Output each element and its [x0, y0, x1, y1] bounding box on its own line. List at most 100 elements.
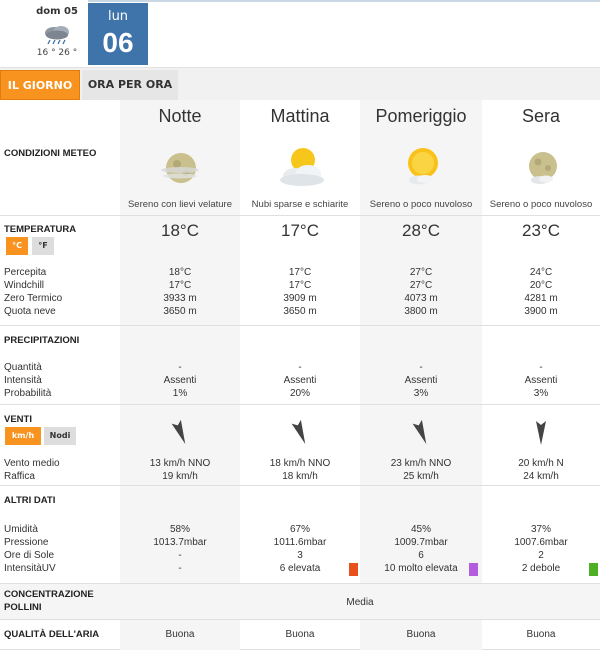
celsius-button[interactable]: °C — [6, 237, 28, 255]
label-wind-avg: Vento medio — [4, 458, 60, 469]
intensity-value: Assenti — [404, 375, 438, 386]
fahrenheit-button[interactable]: °F — [32, 237, 54, 255]
uv-value: 6 elevata — [279, 563, 321, 574]
gust-value: 18 km/h — [282, 471, 318, 482]
section-air: QUALITÀ DELL'ARIA Buona Buona Buona Buon… — [0, 620, 600, 650]
uv-value: - — [178, 563, 182, 574]
sun-hours-value: - — [178, 550, 182, 561]
rain-cloud-icon — [45, 26, 69, 45]
section-title-air: QUALITÀ DELL'ARIA — [4, 629, 100, 640]
freezing-value: 4073 m — [404, 293, 438, 304]
day-prev-temps: 16 ° 26 ° — [36, 48, 78, 58]
freezing-value: 3909 m — [283, 293, 317, 304]
moon-small-cloud-icon — [529, 152, 557, 184]
air-quality-value: Buona — [285, 629, 315, 640]
pollen-value: Media — [346, 597, 374, 608]
intensity-value: Assenti — [163, 375, 197, 386]
label-gust: Raffica — [4, 471, 35, 482]
wind-avg-value: 23 km/h NNO — [390, 458, 452, 469]
label-windchill: Windchill — [4, 280, 45, 291]
snow-value: 3650 m — [283, 306, 317, 317]
probability-value: 1% — [172, 388, 188, 399]
condition-desc: Sereno o poco nuvoloso — [369, 199, 473, 210]
air-quality-value: Buona — [120, 620, 240, 650]
label-freezing: Zero Termico — [4, 293, 63, 304]
windchill-value: 17°C — [288, 280, 312, 291]
feels-value: 24°C — [529, 267, 553, 278]
temperature-value: 28°C — [402, 221, 440, 240]
day-prev-label: dom 05 — [36, 6, 78, 17]
wind-avg-value: 18 km/h NNO — [269, 458, 331, 469]
sun-small-cloud-icon — [408, 148, 438, 185]
humidity-value: 37% — [530, 524, 551, 535]
section-title-temperature: TEMPERATURA — [4, 224, 77, 235]
freezing-value: 4281 m — [524, 293, 558, 304]
label-pressure: Pressione — [4, 537, 49, 548]
temperature-value: 17°C — [281, 221, 319, 240]
day-strip-border — [88, 0, 600, 2]
gust-value: 25 km/h — [403, 471, 439, 482]
freezing-value: 3933 m — [163, 293, 197, 304]
section-title-wind: VENTI — [4, 414, 32, 425]
intensity-value: Assenti — [524, 375, 558, 386]
wind-arrow-icon — [291, 419, 306, 444]
uv-level-swatch — [349, 563, 358, 576]
quantity-value: - — [298, 362, 302, 373]
forecast-table: CONDIZIONI METEO Notte Mattina Pomeriggi… — [0, 100, 600, 652]
kmh-button[interactable]: km/h — [5, 427, 41, 445]
wind-arrow-icon — [536, 421, 546, 445]
feels-value: 17°C — [288, 267, 312, 278]
sun-hours-value: 6 — [418, 550, 424, 561]
humidity-value: 58% — [169, 524, 190, 535]
knots-button[interactable]: Nodi — [44, 427, 76, 445]
quantity-value: - — [419, 362, 423, 373]
wind-avg-value: 20 km/h N — [518, 458, 564, 469]
feels-value: 27°C — [409, 267, 433, 278]
section-title-pollen: CONCENTRAZIONE POLLINI — [4, 588, 94, 614]
label-humidity: Umidità — [4, 524, 38, 535]
label-uv: IntensitàUV — [4, 563, 56, 574]
tab-day[interactable]: IL GIORNO — [0, 70, 80, 100]
pressure-value: 1011.6mbar — [273, 537, 327, 548]
period-name: Mattina — [270, 106, 330, 126]
snow-value: 3900 m — [524, 306, 558, 317]
day-prev[interactable]: dom 05 16 ° 26 ° — [28, 2, 86, 66]
gust-value: 19 km/h — [162, 471, 198, 482]
wind-avg-value: 13 km/h NNO — [149, 458, 211, 469]
section-other: ALTRI DATI Umidità Pressione Ore di Sole… — [0, 486, 600, 584]
pollen-title-line2: POLLINI — [4, 602, 42, 613]
pressure-value: 1013.7mbar — [153, 537, 207, 548]
section-title-other: ALTRI DATI — [4, 495, 56, 506]
day-current-number: 06 — [102, 27, 134, 58]
section-title-precipitation: PRECIPITAZIONI — [4, 335, 80, 346]
wind-arrow-icon — [412, 419, 427, 444]
temperature-value: 23°C — [522, 221, 560, 240]
air-quality-value: Buona — [360, 620, 482, 650]
label-feels: Percepita — [4, 267, 47, 278]
section-title-conditions: CONDIZIONI METEO — [4, 148, 97, 159]
label-intensity: Intensità — [4, 375, 42, 386]
probability-value: 20% — [289, 388, 310, 399]
intensity-value: Assenti — [283, 375, 317, 386]
tab-hourly[interactable]: ORA PER ORA — [82, 70, 178, 100]
label-sun-hours: Ore di Sole — [4, 550, 55, 561]
period-name: Sera — [521, 106, 561, 126]
windchill-value: 27°C — [409, 280, 433, 291]
probability-value: 3% — [533, 388, 549, 399]
view-tabs: IL GIORNO ORA PER ORA — [0, 68, 600, 100]
day-current[interactable]: lun 06 — [88, 3, 148, 65]
feels-value: 18°C — [168, 267, 192, 278]
period-name: Pomeriggio — [375, 106, 467, 126]
humidity-value: 67% — [289, 524, 310, 535]
period-name: Notte — [158, 106, 202, 126]
uv-level-swatch — [469, 563, 478, 576]
air-quality-value: Buona — [526, 629, 556, 640]
pressure-value: 1009.7mbar — [394, 537, 448, 548]
pressure-value: 1007.6mbar — [514, 537, 568, 548]
day-current-label: lun — [107, 9, 129, 24]
wind-arrow-icon — [171, 419, 186, 444]
uv-level-swatch — [589, 563, 598, 576]
day-selector: dom 05 16 ° 26 ° lun 06 — [0, 0, 600, 68]
condition-desc: Nubi sparse e schiarite — [251, 199, 349, 210]
probability-value: 3% — [413, 388, 429, 399]
